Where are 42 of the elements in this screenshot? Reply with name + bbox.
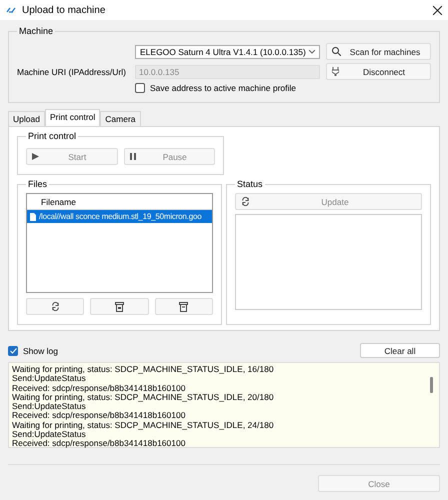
log-line: Received: sdcp/response/b8b341418b160100 [12, 384, 186, 393]
field-label: Machine URI (IPAddress/Url) [17, 66, 127, 76]
file-row[interactable]: /local//wall sconce medium.stl_19_50micron.goo [27, 210, 212, 223]
log-line: Waiting for printing, status: SDCP_MACHINE_STATUS_IDLE, 16/180 [12, 365, 274, 374]
log-line: Waiting for printing, status: SDCP_MACHINE_STATUS_IDLE, 20/180 [12, 392, 274, 402]
log-line: Received: sdcp/response/b8b341418b160100 [12, 439, 186, 449]
close-icon[interactable] [433, 6, 442, 14]
log-line: Send:UpdateStatus [12, 430, 87, 440]
tab[interactable]: Print control [44, 109, 100, 126]
scrollbar-thumb [430, 377, 433, 393]
file-icon [30, 212, 36, 220]
archive-button[interactable] [90, 298, 149, 315]
clear-all-button[interactable]: Clear all [360, 343, 440, 358]
tab[interactable]: Camera [100, 111, 141, 126]
refresh-icon [50, 302, 60, 311]
log-line: Send:UpdateStatus [12, 374, 87, 384]
disconnect-button[interactable]: Disconnect [326, 63, 431, 80]
group-title: Files [27, 179, 48, 189]
group-title: Print control [27, 131, 78, 141]
check-icon [10, 348, 16, 354]
link-icon [6, 6, 17, 14]
log-line: Waiting for printing, status: SDCP_MACHINE_STATUS_IDLE, 24/180 [12, 420, 274, 430]
checkbox-label: Show log [23, 346, 58, 356]
group-title: Status [236, 179, 264, 189]
bin-icon [179, 302, 188, 312]
scan-button[interactable]: Scan for machines [326, 43, 431, 60]
machine-dropdown[interactable]: ELEGOO Saturn 4 Ultra V1.4.1 (10.0.0.135) [135, 44, 320, 58]
log-line: Received: sdcp/response/b8b341418b160100 [12, 411, 186, 421]
tab[interactable]: Upload [8, 111, 45, 126]
delete-button[interactable] [154, 298, 213, 315]
play-icon [32, 153, 39, 160]
chevron-icon [309, 50, 315, 54]
show-log-checkbox[interactable]: Show log [8, 346, 58, 356]
refresh-button[interactable] [26, 298, 84, 315]
refresh-icon [241, 197, 250, 206]
pause-icon [130, 153, 136, 160]
group-title: Machine [18, 26, 54, 36]
search-icon [332, 47, 341, 56]
window-title: Upload to machine [22, 4, 106, 16]
log-line: Send:UpdateStatus [12, 402, 87, 412]
archive-icon [114, 302, 124, 312]
plug-icon [332, 67, 339, 76]
